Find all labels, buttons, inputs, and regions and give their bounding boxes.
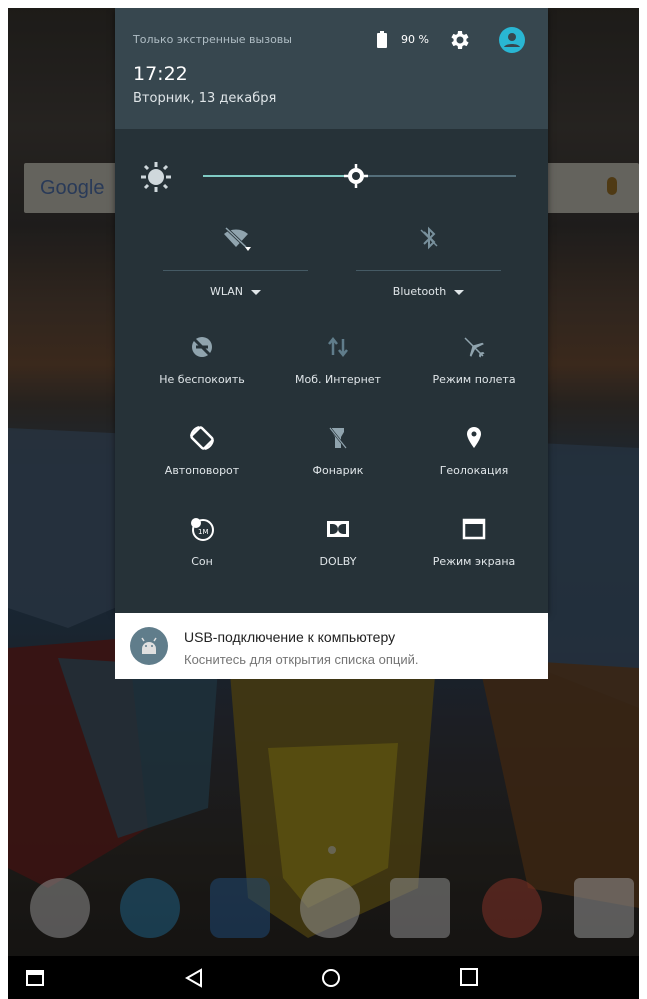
tile-label: Фонарик bbox=[312, 464, 364, 477]
airplane-icon bbox=[464, 337, 485, 358]
tile-screen-mode[interactable]: Режим экрана bbox=[409, 515, 539, 585]
dolby-icon bbox=[327, 521, 349, 537]
screen-mode-icon bbox=[462, 518, 486, 540]
home-icon[interactable] bbox=[321, 968, 341, 988]
tile-dolby[interactable]: DOLBY bbox=[273, 515, 403, 585]
wlan-tile[interactable]: WLAN bbox=[163, 223, 308, 303]
tile-auto-rotate[interactable]: Автоповорот bbox=[137, 424, 267, 494]
brightness-slider[interactable] bbox=[203, 164, 516, 188]
battery-icon bbox=[377, 31, 387, 48]
navigation-bar bbox=[8, 956, 639, 999]
chevron-down-icon[interactable] bbox=[251, 289, 261, 295]
brightness-slider-fill bbox=[203, 175, 357, 177]
tile-label: Режим полета bbox=[432, 373, 516, 386]
usb-notification[interactable]: USB-подключение к компьютеру Коснитесь д… bbox=[115, 613, 548, 679]
brightness-icon bbox=[141, 162, 171, 192]
battery-percent: 90 % bbox=[401, 33, 429, 46]
location-icon bbox=[467, 427, 481, 448]
tile-label: Сон bbox=[191, 555, 213, 568]
notification-text: Коснитесь для открытия списка опций. bbox=[184, 652, 419, 667]
screenshot-icon[interactable] bbox=[26, 970, 44, 986]
bluetooth-label: Bluetooth bbox=[392, 285, 447, 298]
flashlight-icon bbox=[329, 427, 347, 449]
tile-label: Режим экрана bbox=[432, 555, 516, 568]
quick-settings-header: Только экстренные вызовы 17:22 Вторник, … bbox=[115, 8, 548, 129]
tile-airplane-mode[interactable]: Режим полета bbox=[409, 333, 539, 403]
gear-icon[interactable] bbox=[448, 28, 472, 52]
tile-label: DOLBY bbox=[319, 555, 357, 568]
wlan-divider bbox=[163, 270, 308, 271]
brightness-slider-thumb[interactable] bbox=[343, 163, 369, 189]
chevron-down-icon[interactable] bbox=[454, 289, 465, 295]
android-icon bbox=[130, 627, 168, 665]
tile-label: Не беспокоить bbox=[159, 373, 245, 386]
auto-rotate-icon bbox=[190, 426, 214, 450]
tile-do-not-disturb[interactable]: Не беспокоить bbox=[137, 333, 267, 403]
notification-title: USB-подключение к компьютеру bbox=[184, 629, 396, 645]
tile-label: Геолокация bbox=[439, 464, 509, 477]
tile-label: Моб. Интернет bbox=[295, 373, 381, 386]
back-icon[interactable] bbox=[184, 968, 204, 988]
quick-settings-panel: Только экстренные вызовы 17:22 Вторник, … bbox=[115, 8, 548, 613]
mobile-data-icon bbox=[328, 336, 348, 358]
date[interactable]: Вторник, 13 декабря bbox=[133, 91, 276, 106]
wlan-label: WLAN bbox=[209, 285, 243, 298]
tile-mobile-data[interactable]: Моб. Интернет bbox=[273, 333, 403, 403]
svg-text:1M: 1M bbox=[198, 528, 209, 536]
screen: Google Только экстренные вызовы 17:22 Вт… bbox=[8, 8, 639, 999]
carrier-text: Только экстренные вызовы bbox=[133, 33, 292, 46]
tile-sleep[interactable]: 1M Сон bbox=[137, 515, 267, 585]
user-avatar-icon[interactable] bbox=[499, 27, 525, 53]
tile-location[interactable]: Геолокация bbox=[409, 424, 539, 494]
tile-flashlight[interactable]: Фонарик bbox=[273, 424, 403, 494]
bluetooth-off-icon bbox=[419, 226, 438, 250]
sleep-icon: 1M bbox=[191, 518, 214, 541]
recents-icon[interactable] bbox=[460, 968, 478, 986]
tile-label: Автоповорот bbox=[164, 464, 240, 477]
bluetooth-tile[interactable]: Bluetooth bbox=[356, 223, 501, 303]
wifi-off-icon bbox=[223, 226, 251, 251]
clock[interactable]: 17:22 bbox=[133, 63, 188, 85]
do-not-disturb-icon bbox=[190, 335, 214, 359]
bluetooth-divider bbox=[356, 270, 501, 271]
